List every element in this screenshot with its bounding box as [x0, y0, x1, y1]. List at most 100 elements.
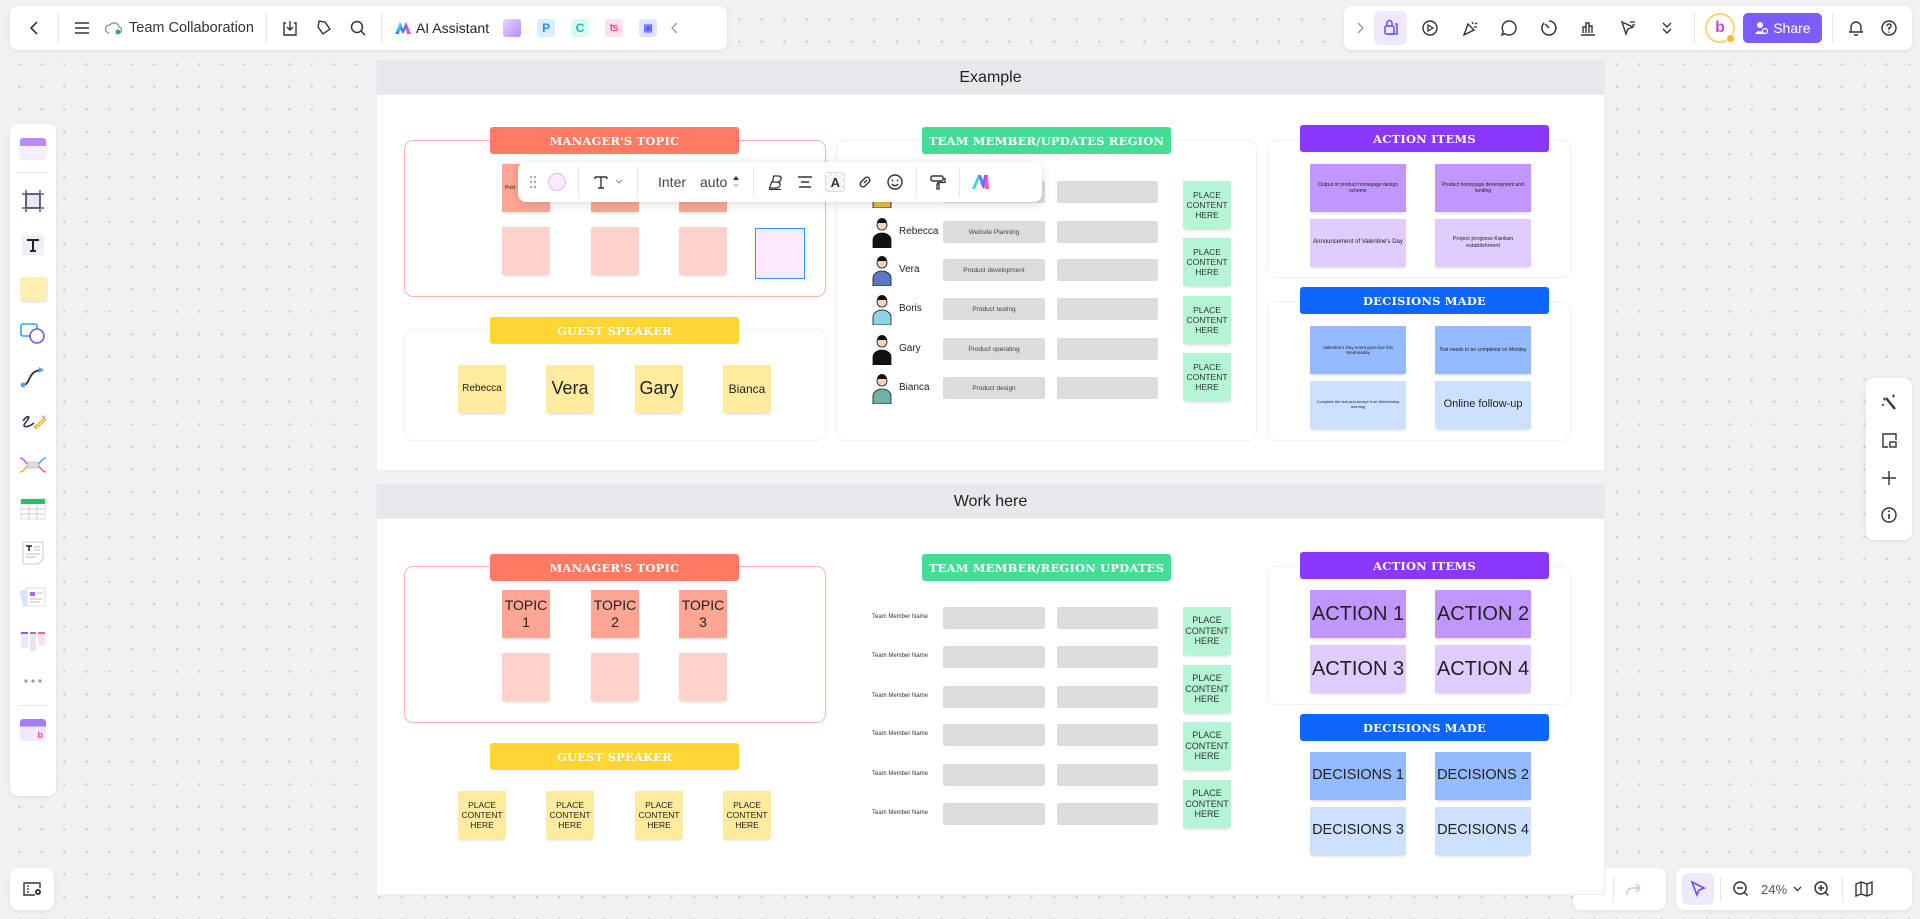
task-cell[interactable]	[943, 724, 1045, 746]
present-button[interactable]	[1413, 11, 1447, 45]
text-style-dropdown[interactable]	[585, 167, 631, 197]
flowchart-app[interactable]: ʦ	[597, 11, 631, 45]
drag-handle[interactable]	[524, 167, 542, 197]
templates-tool[interactable]	[16, 130, 50, 166]
sticky-note[interactable]: PLACE CONTENT HERE	[1183, 353, 1231, 401]
update-cell[interactable]	[1057, 259, 1158, 281]
kanban-tool[interactable]	[16, 619, 50, 663]
help-button[interactable]	[1872, 11, 1906, 45]
align-button[interactable]	[790, 167, 820, 197]
sticky-note[interactable]: PLACE CONTENT HERE	[1183, 722, 1231, 770]
user-avatar[interactable]: b	[1705, 13, 1735, 43]
redo-button[interactable]	[1616, 872, 1650, 906]
bold-button[interactable]	[760, 167, 790, 197]
sticky-note[interactable]: DECISIONS 1	[1310, 752, 1406, 800]
more-tools-button[interactable]	[16, 663, 50, 699]
sticky-note[interactable]: PLACE CONTENT HERE	[458, 791, 506, 839]
download-button[interactable]	[273, 11, 307, 45]
stepper-arrows-icon[interactable]	[733, 175, 740, 189]
chat-app[interactable]: ▣	[631, 11, 665, 45]
sticky-note[interactable]: PLACE CONTENT HERE	[635, 791, 683, 839]
update-cell[interactable]	[1057, 764, 1158, 786]
mindmap-app[interactable]: C	[563, 11, 597, 45]
sticky-note[interactable]: DECISIONS 4	[1435, 807, 1531, 855]
menu-button[interactable]	[65, 11, 99, 45]
info-button[interactable]	[1872, 498, 1906, 532]
sticky-note[interactable]: TOPIC 3	[679, 590, 727, 638]
frame-tool[interactable]	[16, 179, 50, 223]
ai-image-app[interactable]	[495, 11, 529, 45]
text-tool[interactable]	[16, 223, 50, 267]
zoom-out-button[interactable]	[1727, 872, 1755, 906]
sticky-note[interactable]: PLACE CONTENT HERE	[723, 791, 771, 839]
sticky-note[interactable]	[502, 227, 550, 275]
zoom-level-select[interactable]: 24%	[1755, 882, 1808, 897]
task-cell[interactable]	[943, 803, 1045, 825]
follow-cursor-button[interactable]	[1611, 11, 1645, 45]
update-cell[interactable]	[1057, 181, 1158, 203]
add-button[interactable]	[1872, 461, 1906, 495]
text-color-button[interactable]: A	[820, 167, 850, 197]
sticky-note[interactable]: ACTION 4	[1435, 645, 1531, 693]
sticky-note[interactable]	[591, 227, 639, 275]
ai-text-button[interactable]	[966, 167, 996, 197]
connector-tool[interactable]	[16, 355, 50, 399]
sticky-note[interactable]: Test needs to be completed on Monday	[1435, 326, 1531, 374]
share-button[interactable]: Share	[1742, 13, 1822, 43]
emoji-button[interactable]	[880, 167, 910, 197]
celebrate-button[interactable]	[1453, 11, 1487, 45]
sticky-note[interactable]	[591, 653, 639, 701]
task-cell[interactable]	[943, 646, 1045, 668]
shape-tool[interactable]	[16, 311, 50, 355]
sticky-note[interactable]: TOPIC 1	[502, 590, 550, 638]
sticky-note[interactable]: Product homepage development and landing	[1435, 164, 1531, 212]
update-cell[interactable]	[1057, 686, 1158, 708]
lock-board-button[interactable]	[1373, 11, 1408, 45]
sticky-note[interactable]: Output of product homepage design scheme	[1310, 164, 1406, 212]
sticky-note[interactable]: Valentine's Day event goes live this Wed…	[1310, 326, 1406, 374]
team-member-name[interactable]: Team Member Name	[872, 614, 928, 620]
team-member-name[interactable]: Team Member Name	[872, 771, 928, 777]
sticky-note[interactable]: Project progress Kanban establishment	[1435, 219, 1531, 267]
vote-button[interactable]	[1572, 11, 1606, 45]
team-member-name[interactable]: Team Member Name	[872, 731, 928, 737]
task-cell[interactable]	[943, 686, 1045, 708]
sticky-note[interactable]: Bianca	[723, 365, 771, 413]
font-size-input[interactable]: auto	[700, 174, 747, 190]
team-member-name[interactable]: Team Member Name	[872, 810, 928, 816]
update-cell[interactable]	[1057, 803, 1158, 825]
sticky-note[interactable]: Online follow-up	[1435, 381, 1531, 429]
doc-title[interactable]: Team Collaboration	[129, 20, 254, 36]
update-cell[interactable]	[1057, 646, 1158, 668]
select-tool-button[interactable]	[1682, 873, 1714, 905]
sticky-note[interactable]: PLACE CONTENT HERE	[1183, 181, 1231, 229]
sticky-note[interactable]: PLACE CONTENT HERE	[1183, 238, 1231, 286]
sticky-note[interactable]: PLACE CONTENT HERE	[1183, 607, 1231, 655]
update-cell[interactable]	[1057, 338, 1158, 360]
task-cell[interactable]	[943, 764, 1045, 786]
task-cell[interactable]: Product design	[943, 377, 1045, 399]
sticky-note[interactable]: PLACE CONTENT HERE	[1183, 780, 1231, 828]
outline-panel-button[interactable]	[10, 868, 54, 910]
cards-tool[interactable]	[16, 575, 50, 619]
more-tools-button[interactable]	[1651, 11, 1685, 45]
back-button[interactable]	[18, 11, 52, 45]
sticky-note-tool[interactable]	[16, 267, 50, 311]
task-cell[interactable]: Product testing	[943, 298, 1045, 320]
task-cell[interactable]: Product development	[943, 259, 1045, 281]
sticky-note[interactable]	[502, 653, 550, 701]
ai-assistant-button[interactable]: AI Assistant	[394, 20, 489, 36]
update-cell[interactable]	[1057, 298, 1158, 320]
sticky-note[interactable]	[679, 653, 727, 701]
search-button[interactable]	[341, 11, 375, 45]
minimap-toggle-button[interactable]	[1872, 423, 1906, 457]
update-cell[interactable]	[1057, 221, 1158, 243]
sticky-note[interactable]: ACTION 3	[1310, 645, 1406, 693]
update-cell[interactable]	[1057, 724, 1158, 746]
font-family-select[interactable]: Inter	[644, 174, 700, 190]
doc-title-area[interactable]: Team Collaboration	[105, 20, 254, 36]
sticky-note[interactable]: Rebecca	[458, 365, 506, 413]
team-member-name[interactable]: Team Member Name	[872, 693, 928, 699]
sticky-note[interactable]: Announcement of Valentine's Day	[1310, 219, 1406, 267]
sticky-note[interactable]: ACTION 1	[1310, 590, 1406, 638]
